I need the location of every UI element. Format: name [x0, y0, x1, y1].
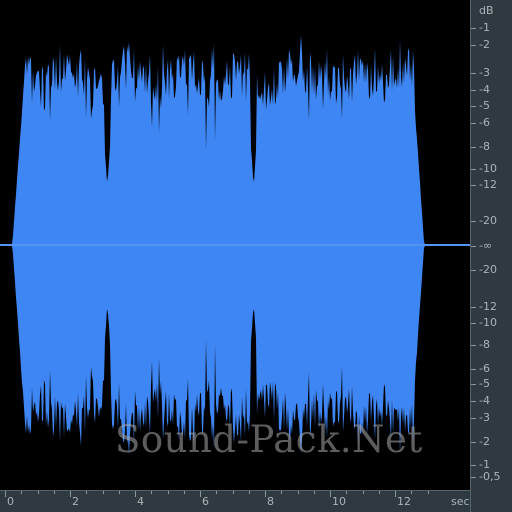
time-scale-label: 10 [332, 495, 346, 508]
db-scale-label: -10 [479, 316, 497, 329]
time-tick [183, 491, 185, 494]
time-unit-label: sec [451, 495, 470, 508]
db-scale-label: -6 [479, 362, 490, 375]
db-tick [471, 418, 476, 419]
db-scale-label: -20 [479, 214, 497, 227]
db-tick [471, 90, 476, 91]
audio-waveform-editor: dB -1 -2 -3 -4 -5 -6 -8 -10 -12 -20 -∞ -20 -12 -10 -8-… [0, 0, 512, 512]
db-scale-label: -1 [479, 21, 490, 34]
db-tick [471, 147, 476, 148]
db-scale-label: -12 [479, 178, 497, 191]
db-ruler: dB -1 -2 -3 -4 -5 -6 -8 -10 -12 -20 -∞ -20 -12 -10 -8 -… [470, 0, 512, 512]
time-scale-label: 2 [72, 495, 79, 508]
db-tick [471, 73, 476, 74]
time-tick [297, 491, 299, 494]
time-tick [330, 491, 331, 497]
time-scale-label: 0 [7, 495, 14, 508]
time-tick [281, 491, 283, 494]
time-tick [21, 491, 23, 494]
db-scale-label: -4 [479, 83, 490, 96]
watermark-text: Sound-Pack.Net [115, 418, 423, 461]
time-tick [346, 491, 348, 494]
db-tick [471, 270, 476, 271]
db-scale-label: -2 [479, 435, 490, 448]
time-tick [102, 491, 104, 494]
time-tick [86, 491, 88, 494]
time-tick [37, 491, 39, 494]
waveform-svg [0, 34, 470, 456]
db-tick [471, 169, 476, 170]
db-scale-label: -0,5 [479, 470, 501, 483]
db-scale-label: -8 [479, 140, 490, 153]
db-scale-label: -8 [479, 338, 490, 351]
db-scale-label: -20 [479, 263, 497, 276]
db-scale-label: -3 [479, 411, 490, 424]
time-tick [5, 491, 6, 497]
db-scale-label: -6 [479, 116, 490, 129]
db-tick [471, 323, 476, 324]
time-tick [167, 491, 169, 494]
db-tick [471, 221, 476, 222]
db-scale-label: -2 [479, 38, 490, 51]
db-unit-label: dB [479, 4, 494, 17]
time-tick [265, 491, 266, 497]
db-tick [471, 28, 476, 29]
db-tick [471, 369, 476, 370]
time-tick [313, 491, 315, 494]
time-tick [411, 491, 413, 494]
db-tick [471, 477, 476, 478]
db-scale-label: -3 [479, 66, 490, 79]
db-tick [471, 246, 476, 247]
db-tick [471, 384, 476, 385]
time-ruler: 0 2 4 6 8 10 12 sec [0, 490, 470, 512]
time-scale-label: 4 [137, 495, 144, 508]
db-tick [471, 123, 476, 124]
time-scale-label: 6 [202, 495, 209, 508]
db-tick [471, 307, 476, 308]
time-scale-label: 12 [397, 495, 411, 508]
time-tick [200, 491, 201, 497]
db-scale-label: -4 [479, 394, 490, 407]
db-tick [471, 345, 476, 346]
time-tick [378, 491, 380, 494]
time-tick [53, 491, 55, 494]
time-tick [118, 491, 120, 494]
time-tick [70, 491, 71, 497]
waveform-display[interactable] [0, 0, 470, 490]
time-tick [216, 491, 218, 494]
db-tick [471, 185, 476, 186]
time-tick [248, 491, 250, 494]
time-tick [427, 491, 429, 494]
db-scale-label: -10 [479, 162, 497, 175]
db-tick [471, 45, 476, 46]
db-tick [471, 442, 476, 443]
db-scale-label: -∞ [479, 239, 493, 252]
time-tick [395, 491, 396, 497]
time-scale-label: 8 [267, 495, 274, 508]
db-scale-label: -5 [479, 377, 490, 390]
db-scale-label: -5 [479, 99, 490, 112]
time-tick [232, 491, 234, 494]
db-tick [471, 106, 476, 107]
time-tick [362, 491, 364, 494]
time-tick [151, 491, 153, 494]
db-scale-label: -12 [479, 300, 497, 313]
time-tick [135, 491, 136, 497]
db-tick [471, 465, 476, 466]
db-tick [471, 401, 476, 402]
